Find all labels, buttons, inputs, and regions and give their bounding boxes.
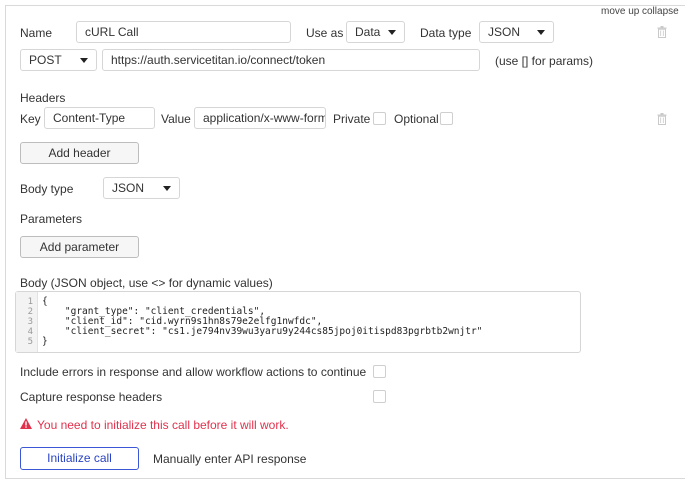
line-number: 4 xyxy=(27,327,33,337)
use-as-dropdown[interactable]: Data xyxy=(346,21,405,43)
capture-headers-label: Capture response headers xyxy=(20,390,163,404)
manual-response-link[interactable]: Manually enter API response xyxy=(153,452,306,466)
private-label: Private xyxy=(333,112,371,126)
header-key-label: Key xyxy=(20,112,41,126)
chevron-down-icon xyxy=(163,186,171,191)
add-header-button[interactable]: Add header xyxy=(20,142,139,164)
header-value-input[interactable]: application/x-www-form- xyxy=(194,107,326,129)
add-parameter-button[interactable]: Add parameter xyxy=(20,236,139,258)
url-input-value: https://auth.servicetitan.io/connect/tok… xyxy=(111,53,326,67)
name-label: Name xyxy=(20,26,53,40)
delete-call-trash-icon[interactable] xyxy=(657,26,667,38)
delete-header-trash-icon[interactable] xyxy=(657,113,667,125)
method-value: POST xyxy=(29,53,62,67)
line-number: 1 xyxy=(27,297,33,307)
line-number-gutter: 1 2 3 4 5 xyxy=(16,292,38,352)
use-as-label: Use as xyxy=(306,26,344,40)
data-type-dropdown[interactable]: JSON xyxy=(479,21,554,43)
body-type-dropdown[interactable]: JSON xyxy=(103,177,180,199)
method-dropdown[interactable]: POST xyxy=(20,49,97,71)
warning-triangle-icon xyxy=(20,418,32,429)
body-json-editor[interactable]: 1 2 3 4 5 { "grant_type": "client_creden… xyxy=(15,291,581,353)
initialize-call-button[interactable]: Initialize call xyxy=(20,447,139,470)
parameters-label: Parameters xyxy=(20,212,83,226)
body-label: Body (JSON object, use <> for dynamic va… xyxy=(20,276,273,290)
params-hint: (use [] for params) xyxy=(495,54,594,68)
chevron-down-icon xyxy=(388,30,396,35)
line-number: 5 xyxy=(27,337,33,347)
include-errors-checkbox[interactable] xyxy=(373,365,386,378)
data-type-value: JSON xyxy=(488,25,521,39)
code-line: "client_secret": "cs1.je794nv39wu3yaru9y… xyxy=(42,326,483,337)
url-input[interactable]: https://auth.servicetitan.io/connect/tok… xyxy=(102,49,480,71)
line-number: 3 xyxy=(27,317,33,327)
capture-headers-checkbox[interactable] xyxy=(373,390,386,403)
chevron-down-icon xyxy=(80,58,88,63)
header-value-value: application/x-www-form- xyxy=(203,111,326,125)
headers-section-label: Headers xyxy=(20,91,66,105)
body-type-label: Body type xyxy=(20,182,74,196)
use-as-value: Data xyxy=(355,25,381,39)
code-line: } xyxy=(42,336,48,347)
optional-checkbox[interactable] xyxy=(440,112,453,125)
data-type-label: Data type xyxy=(420,26,472,40)
body-type-value: JSON xyxy=(112,181,145,195)
header-value-label: Value xyxy=(161,112,191,126)
optional-label: Optional xyxy=(394,112,439,126)
header-key-input[interactable]: Content-Type xyxy=(44,107,155,129)
line-number: 2 xyxy=(27,307,33,317)
chevron-down-icon xyxy=(537,30,545,35)
initialize-warning-text: You need to initialize this call before … xyxy=(37,418,289,432)
name-input-value: cURL Call xyxy=(85,25,139,39)
private-checkbox[interactable] xyxy=(373,112,386,125)
header-key-value: Content-Type xyxy=(53,111,126,125)
name-input[interactable]: cURL Call xyxy=(76,21,291,43)
include-errors-label: Include errors in response and allow wor… xyxy=(20,365,367,379)
